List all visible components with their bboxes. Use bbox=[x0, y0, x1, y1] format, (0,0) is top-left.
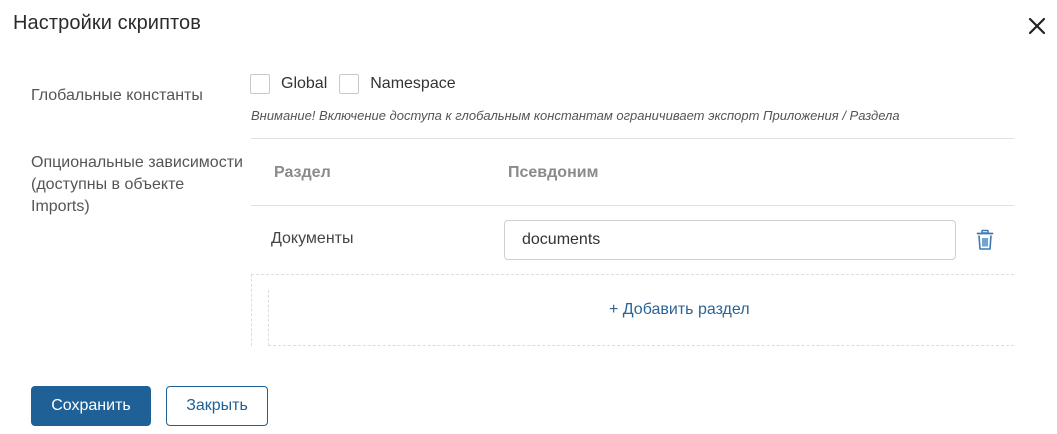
section-name: Документы bbox=[271, 230, 354, 247]
script-settings-dialog: Настройки скриптов Глобальные константы … bbox=[0, 0, 1057, 434]
table-header-divider bbox=[251, 205, 1014, 206]
close-button[interactable]: Закрыть bbox=[166, 386, 268, 426]
global-constants-label: Глобальные константы bbox=[31, 87, 203, 104]
trash-icon[interactable] bbox=[975, 229, 995, 251]
global-checkbox[interactable] bbox=[250, 74, 270, 94]
add-section-link[interactable]: + Добавить раздел bbox=[609, 301, 750, 319]
namespace-checkbox[interactable] bbox=[339, 74, 360, 94]
dialog-title: Настройки скриптов bbox=[13, 12, 201, 34]
namespace-checkbox-label[interactable]: Namespace bbox=[370, 75, 455, 93]
alias-input[interactable] bbox=[504, 220, 956, 260]
column-header-section: Раздел bbox=[274, 164, 331, 181]
global-checkbox-label[interactable]: Global bbox=[281, 75, 327, 93]
global-constants-options: Global Namespace bbox=[250, 72, 468, 96]
close-icon[interactable] bbox=[1026, 15, 1048, 37]
optional-dependencies-label: Опциональные зависимости (доступны в объ… bbox=[31, 154, 243, 215]
divider bbox=[251, 138, 1014, 139]
column-header-alias: Псевдоним bbox=[508, 164, 599, 181]
global-constants-warning: Внимание! Включение доступа к глобальным… bbox=[251, 108, 900, 123]
save-button[interactable]: Сохранить bbox=[31, 386, 151, 426]
